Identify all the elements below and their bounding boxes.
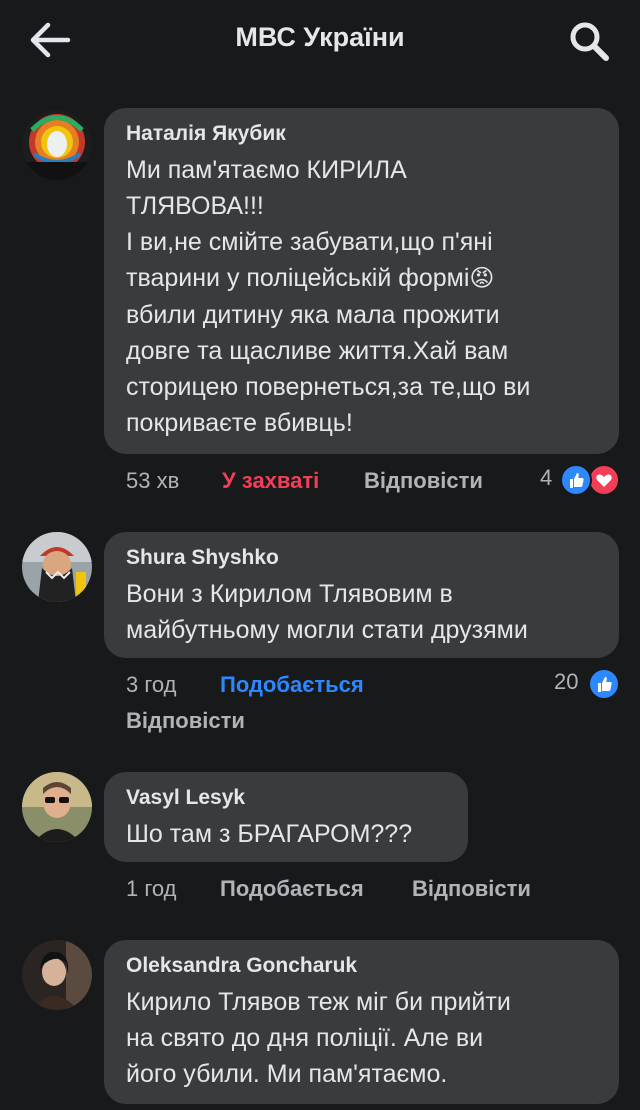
reaction-summary[interactable]: 20 xyxy=(554,668,620,700)
comment-author[interactable]: Shura Shyshko xyxy=(126,544,597,572)
comment-text: Ми пам'ятаємо КИРИЛА ТЛЯВОВА!!! І ви,не … xyxy=(126,156,531,437)
search-button[interactable] xyxy=(566,18,612,64)
comment-bubble: Shura Shyshko Вони з Кирилом Тлявовим в … xyxy=(104,532,619,658)
reply-button[interactable]: Відповісти xyxy=(126,706,245,736)
avatar[interactable] xyxy=(22,532,92,602)
reaction-count: 4 xyxy=(540,465,553,490)
page-title: МВС України xyxy=(235,22,405,52)
comment-text: Вони з Кирилом Тлявовим в майбутньому мо… xyxy=(126,580,528,644)
reply-button[interactable]: Відповісти xyxy=(412,874,531,904)
search-icon xyxy=(570,22,609,61)
thumbs-up-icon xyxy=(560,464,592,496)
reaction-button[interactable]: Подобається xyxy=(220,670,364,700)
comment-time: 1 год xyxy=(126,876,177,901)
comment-text: Кирило Тлявов теж міг би прийти на свято… xyxy=(126,988,511,1088)
comment-bubble: Oleksandra Goncharuk Кирило Тлявов теж м… xyxy=(104,940,619,1104)
comment-time: 3 год xyxy=(126,672,177,697)
comment-author[interactable]: Vasyl Lesyk xyxy=(126,784,446,812)
angry-face-emoji: 😡 xyxy=(469,265,495,292)
reaction-summary[interactable]: 4 xyxy=(540,464,620,496)
top-bar: МВС України xyxy=(0,0,640,80)
reaction-button[interactable]: Подобається xyxy=(220,874,364,904)
heart-icon xyxy=(588,464,620,496)
comment-text: Шо там з БРАГАРОМ??? xyxy=(126,820,413,848)
comment-author[interactable]: Наталія Якубик xyxy=(126,120,597,148)
avatar[interactable] xyxy=(22,772,92,842)
comment-bubble: Vasyl Lesyk Шо там з БРАГАРОМ??? xyxy=(104,772,468,862)
thumbs-up-icon xyxy=(588,668,620,700)
comment-author[interactable]: Oleksandra Goncharuk xyxy=(126,952,597,980)
avatar[interactable] xyxy=(22,940,92,1010)
reaction-count: 20 xyxy=(554,669,579,694)
comment-actions: 1 год Подобається Відповісти xyxy=(126,874,596,904)
reply-button[interactable]: Відповісти xyxy=(364,466,483,496)
comment-actions: 3 год Подобається Відповісти xyxy=(126,670,526,736)
comment-bubble: Наталія Якубик Ми пам'ятаємо КИРИЛА ТЛЯВ… xyxy=(104,108,619,454)
comment-time: 53 хв xyxy=(126,468,180,493)
avatar[interactable] xyxy=(22,110,92,180)
reaction-button[interactable]: У захваті xyxy=(222,466,319,496)
